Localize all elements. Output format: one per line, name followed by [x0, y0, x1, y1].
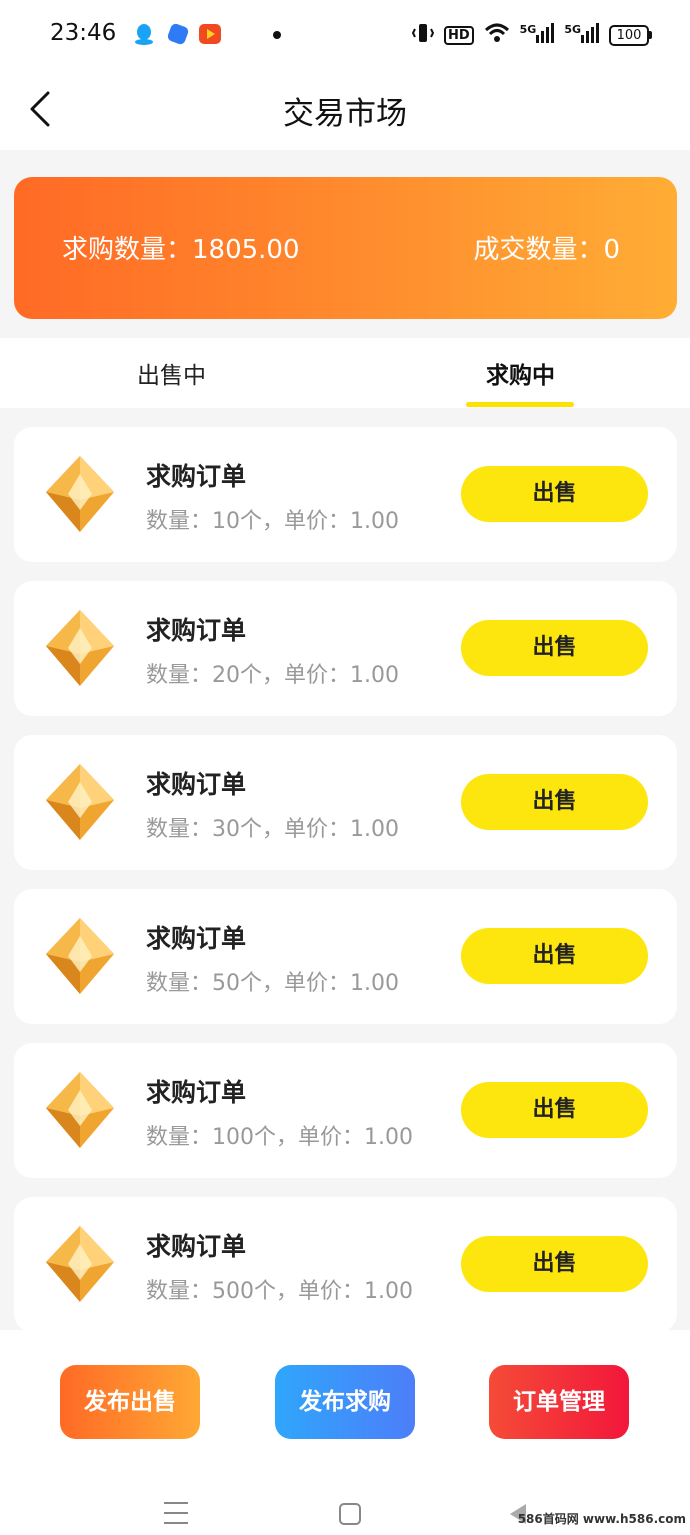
publish-sell-button[interactable]: 发布出售 — [60, 1365, 200, 1439]
sell-button[interactable]: 出售 — [461, 1236, 648, 1292]
deal-quantity: 成交数量：0 — [473, 235, 620, 265]
order-title: 求购订单 — [146, 924, 247, 953]
order-detail: 数量：100个，单价：1.00 — [146, 1125, 413, 1150]
menu-icon[interactable] — [164, 1502, 188, 1524]
status-indicators: HD 5G 5G 100 — [411, 22, 652, 48]
list-item: 求购订单 数量：20个，单价：1.00 出售 — [14, 581, 677, 716]
signal-5g-label: 5G — [564, 23, 581, 36]
vibrate-icon — [411, 22, 435, 48]
list-item: 求购订单 数量：100个，单价：1.00 出售 — [14, 1043, 677, 1178]
order-title: 求购订单 — [146, 616, 247, 645]
signal-5g-label: 5G — [519, 23, 537, 36]
summary-card: 求购数量：1805.00 成交数量：0 — [14, 177, 677, 319]
list-item: 求购订单 数量：30个，单价：1.00 出售 — [14, 735, 677, 870]
demand-quantity: 求购数量：1805.00 — [62, 235, 300, 265]
order-title: 求购订单 — [146, 1078, 247, 1107]
video-app-icon — [198, 22, 222, 46]
tab-selling[interactable]: 出售中 — [137, 356, 206, 390]
order-detail: 数量：10个，单价：1.00 — [146, 509, 399, 534]
order-detail: 数量：30个，单价：1.00 — [146, 817, 399, 842]
sell-button[interactable]: 出售 — [461, 928, 648, 984]
tab-bar: 出售中 求购中 — [0, 338, 690, 408]
order-manage-button[interactable]: 订单管理 — [489, 1365, 629, 1439]
active-tab-indicator — [466, 402, 574, 407]
crystal-icon — [42, 454, 118, 534]
order-title: 求购订单 — [146, 462, 247, 491]
qq-icon — [132, 22, 156, 46]
watermark: 586首码网 www.h586.com — [517, 1512, 686, 1526]
publish-buy-button[interactable]: 发布求购 — [275, 1365, 415, 1439]
crystal-icon — [42, 1070, 118, 1150]
crystal-icon — [42, 608, 118, 688]
app-icon — [166, 22, 190, 46]
status-bar: 23:46 HD 5G 5G 100 — [0, 0, 690, 70]
sell-button[interactable]: 出售 — [461, 466, 648, 522]
sell-button[interactable]: 出售 — [461, 774, 648, 830]
system-nav-bar: 586首码网 www.h586.com — [0, 1490, 690, 1535]
status-time: 23:46 — [50, 20, 117, 46]
home-icon[interactable] — [339, 1503, 361, 1525]
crystal-icon — [42, 1224, 118, 1304]
wifi-icon — [484, 22, 510, 48]
battery-level: 100 — [609, 24, 649, 46]
order-title: 求购订单 — [146, 770, 247, 799]
notification-dot — [273, 31, 281, 39]
hd-icon: HD — [443, 25, 474, 45]
order-detail: 数量：20个，单价：1.00 — [146, 663, 399, 688]
order-detail: 数量：500个，单价：1.00 — [146, 1279, 413, 1304]
sell-button[interactable]: 出售 — [461, 620, 648, 676]
list-item: 求购订单 数量：50个，单价：1.00 出售 — [14, 889, 677, 1024]
header: 交易市场 — [0, 70, 690, 150]
crystal-icon — [42, 916, 118, 996]
order-detail: 数量：50个，单价：1.00 — [146, 971, 399, 996]
list-item: 求购订单 数量：500个，单价：1.00 出售 — [14, 1197, 677, 1332]
sell-button[interactable]: 出售 — [461, 1082, 648, 1138]
battery-icon: 100 — [609, 24, 652, 46]
tab-buying[interactable]: 求购中 — [486, 356, 555, 390]
signal-5g-icon: 5G — [564, 23, 599, 47]
crystal-icon — [42, 762, 118, 842]
order-title: 求购订单 — [146, 1232, 247, 1261]
signal-5g-icon: 5G — [520, 23, 555, 47]
page-title: 交易市场 — [283, 96, 407, 132]
list-item: 求购订单 数量：10个，单价：1.00 出售 — [14, 427, 677, 562]
